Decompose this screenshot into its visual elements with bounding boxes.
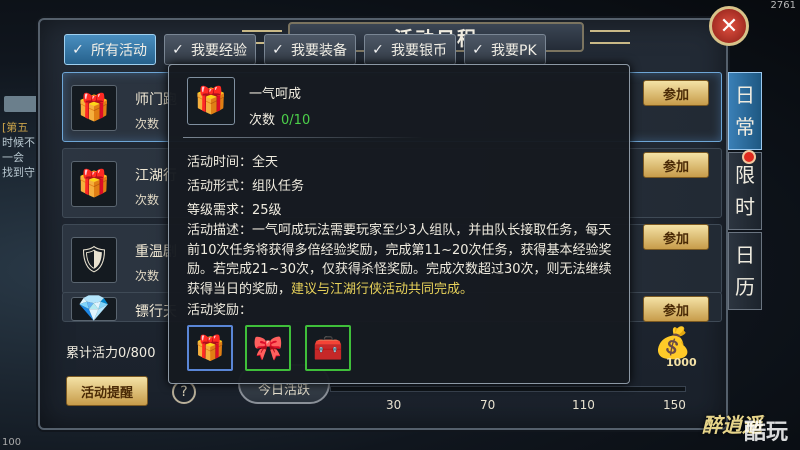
tab-label: 我要经验 xyxy=(191,42,247,59)
side-tab-char: 日 xyxy=(735,83,755,107)
side-tab-calendar[interactable]: 日 历 xyxy=(728,232,762,310)
join-button[interactable]: 参加 xyxy=(643,152,709,178)
treasure-chest-icon: 🧰 xyxy=(313,334,343,362)
gift-bag-icon: 🎁 xyxy=(187,77,235,125)
tab-label: 我要银币 xyxy=(391,42,447,59)
activity-count: 次数 xyxy=(135,117,160,131)
category-tabs: ✓ 所有活动 ✓ 我要经验 ✓ 我要装备 ✓ 我要银币 ✓ 我要PK xyxy=(64,34,546,65)
tab-pk[interactable]: ✓ 我要PK xyxy=(464,34,546,65)
activity-reminder-button[interactable]: 活动提醒 xyxy=(66,376,148,406)
reward-label: 活动奖励： xyxy=(187,303,253,318)
check-icon: ✓ xyxy=(372,41,384,58)
join-label: 参加 xyxy=(662,231,689,247)
notification-dot xyxy=(742,150,756,164)
side-tab-char: 常 xyxy=(735,115,755,139)
join-label: 参加 xyxy=(662,159,689,175)
activity-time: 活动时间：全天 xyxy=(187,155,279,170)
check-icon: ✓ xyxy=(172,41,184,58)
watermark-logo: 酷玩 xyxy=(743,420,788,445)
treasure-icon: 💎 xyxy=(71,294,117,324)
close-button[interactable]: ✕ xyxy=(709,6,749,46)
check-icon: ✓ xyxy=(472,41,484,58)
side-tab-char: 限 xyxy=(735,163,755,187)
tab-label: 我要装备 xyxy=(291,42,347,59)
gift-bag-icon: 🎁 xyxy=(71,85,117,131)
activity-count: 次数 xyxy=(135,269,160,283)
tab-silver[interactable]: ✓ 我要银币 xyxy=(364,34,456,65)
join-button[interactable]: 参加 xyxy=(643,224,709,250)
check-icon: ✓ xyxy=(72,41,84,58)
progress-tick: 150 xyxy=(663,398,686,412)
join-button[interactable]: 参加 xyxy=(643,296,709,322)
tab-equipment[interactable]: ✓ 我要装备 xyxy=(264,34,356,65)
join-label: 参加 xyxy=(662,87,689,103)
reward-item[interactable]: 🧰 xyxy=(305,325,351,371)
title-ornament-right xyxy=(590,30,630,44)
activity-form: 活动形式：组队任务 xyxy=(187,179,305,194)
reward-item[interactable]: 🎀 xyxy=(245,325,291,371)
check-icon: ✓ xyxy=(272,41,284,58)
question-icon: ? xyxy=(180,384,188,400)
side-tab-daily[interactable]: 日 常 xyxy=(728,72,762,150)
join-label: 参加 xyxy=(662,303,689,319)
background-corner-number: 2761 xyxy=(770,0,796,11)
activity-detail-tooltip: 🎁 一气呵成 次数 0/10 活动时间：全天 活动形式：组队任务 等级需求：25级… xyxy=(168,64,630,384)
activity-description: 活动描述：一气呵成玩法需要玩家至少3人组队，并由队长接取任务，每天前10次任务将… xyxy=(187,221,621,299)
count-value: 0/10 xyxy=(281,113,311,128)
side-tab-limited[interactable]: 限 时 xyxy=(728,152,762,230)
gift-box-icon: 🎀 xyxy=(253,334,283,362)
tab-experience[interactable]: ✓ 我要经验 xyxy=(164,34,256,65)
progress-tick: 110 xyxy=(572,398,595,412)
reward-item[interactable]: 🎁 xyxy=(187,325,233,371)
background-bottom-number: 100 xyxy=(2,437,22,448)
side-tab-char: 时 xyxy=(735,195,755,219)
side-tab-char: 历 xyxy=(735,275,755,299)
tab-label: 所有活动 xyxy=(91,42,147,59)
divider xyxy=(183,137,423,138)
armor-icon: 🛡 xyxy=(71,237,117,283)
gift-bag-icon: 🎁 xyxy=(71,161,117,207)
progress-tick: 70 xyxy=(480,398,496,412)
activity-count: 次数 xyxy=(135,193,160,207)
vitality-label: 累计活力0/800 xyxy=(66,346,156,361)
tooltip-activity-name: 一气呵成 xyxy=(249,87,302,102)
side-tab-char: 日 xyxy=(735,243,755,267)
close-icon: ✕ xyxy=(719,13,739,39)
tab-all-activities[interactable]: ✓ 所有活动 xyxy=(64,34,156,65)
gift-bag-icon: 🎁 xyxy=(195,334,225,362)
vitality-progress-bar xyxy=(330,386,686,392)
progress-tick: 30 xyxy=(386,398,402,412)
count-label: 次数 xyxy=(249,113,276,128)
tooltip-count: 次数 0/10 xyxy=(249,109,310,128)
join-button[interactable]: 参加 xyxy=(643,80,709,106)
level-requirement: 等级需求：25级 xyxy=(187,203,282,218)
description-highlight: 建议与江湖行侠活动共同完成。 xyxy=(291,281,474,297)
chest-value: 1000 xyxy=(666,356,697,369)
reminder-label: 活动提醒 xyxy=(80,385,133,401)
tab-label: 我要PK xyxy=(491,42,537,59)
